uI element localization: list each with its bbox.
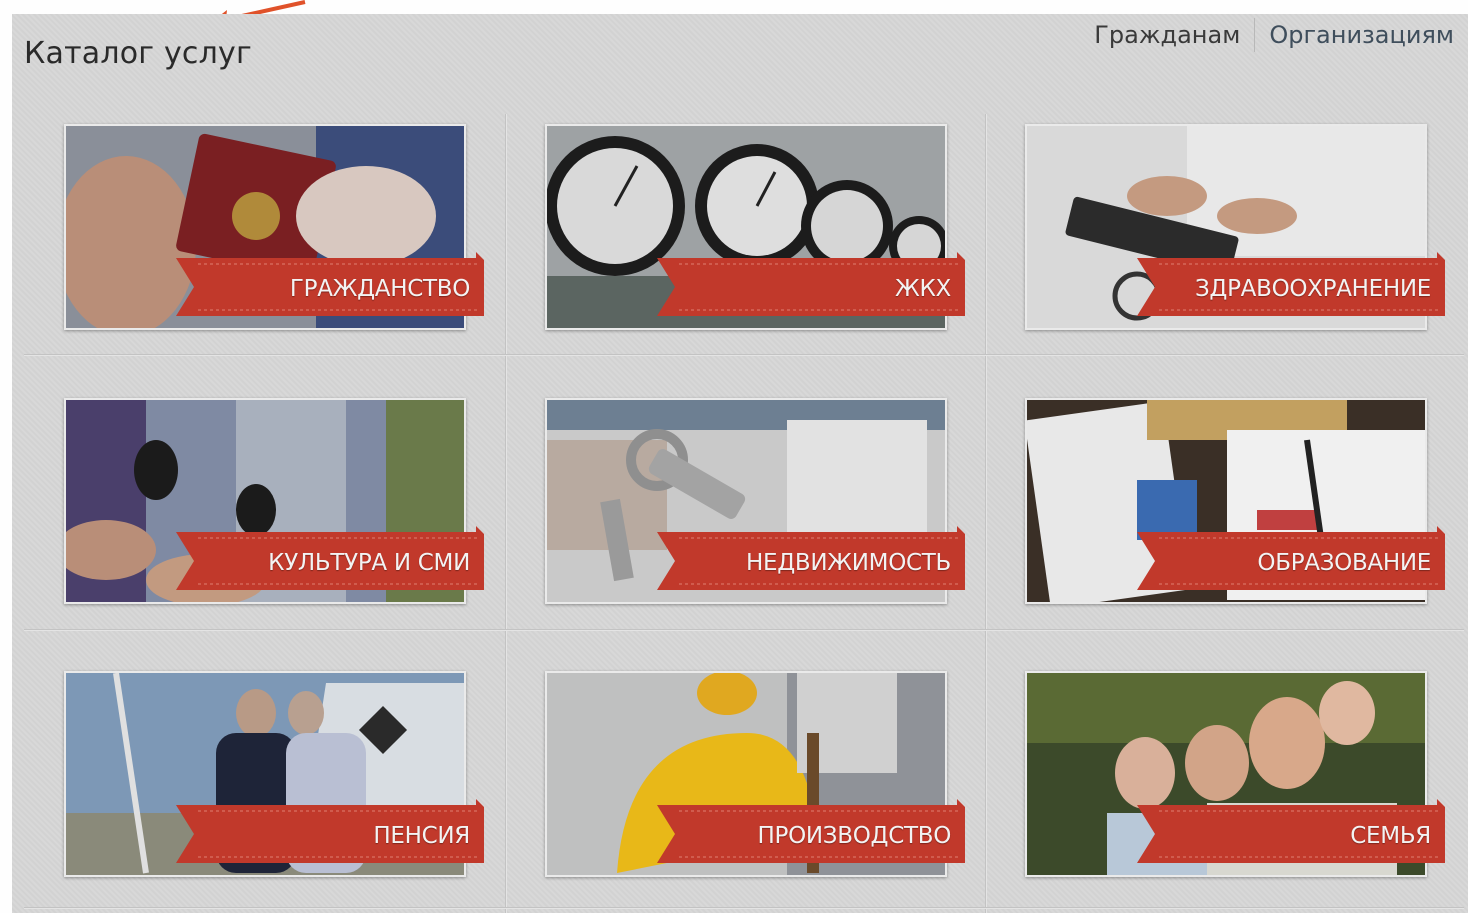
tile-ribbon: ЖКХ	[657, 252, 965, 322]
tile-label: ЖКХ	[895, 276, 951, 302]
grid-divider	[505, 114, 506, 913]
tile-ribbon: ПРОИЗВОДСТВО	[657, 799, 965, 869]
tile-label: ПРОИЗВОДСТВО	[757, 823, 952, 849]
tile-label: ПЕНСИЯ	[373, 823, 470, 849]
grid-divider	[985, 114, 986, 913]
tile-label: НЕДВИЖИМОСТЬ	[746, 550, 951, 576]
tile-ribbon: ОБРАЗОВАНИЕ	[1137, 526, 1445, 596]
nav-organizations-link[interactable]: Организациям	[1255, 21, 1468, 49]
grid-divider	[24, 629, 1464, 630]
services-grid: ГРАЖДАНСТВО ЖКХ ЗДРАВООХРАНЕНИЕ КУЛЬТУРА…	[24, 104, 1464, 913]
tile-label: КУЛЬТУРА И СМИ	[268, 550, 470, 576]
page-title: Каталог услуг	[24, 36, 252, 71]
tile-ribbon: СЕМЬЯ	[1137, 799, 1445, 869]
tile-ribbon: НЕДВИЖИМОСТЬ	[657, 526, 965, 596]
tile-label: ГРАЖДАНСТВО	[289, 276, 470, 302]
tile-ribbon: КУЛЬТУРА И СМИ	[176, 526, 484, 596]
grid-divider	[24, 354, 1464, 355]
tile-label: СЕМЬЯ	[1350, 823, 1431, 849]
tile-citizenship[interactable]: ГРАЖДАНСТВО	[64, 124, 484, 330]
audience-nav: Гражданам Организациям	[1080, 14, 1468, 56]
catalog-page: Каталог услуг Гражданам Организациям ГРА…	[12, 14, 1468, 913]
tile-label: ОБРАЗОВАНИЕ	[1257, 550, 1431, 576]
tile-ribbon: ГРАЖДАНСТВО	[176, 252, 484, 322]
grid-divider	[24, 907, 1464, 908]
tile-education[interactable]: ОБРАЗОВАНИЕ	[1025, 398, 1445, 604]
tile-real-estate[interactable]: НЕДВИЖИМОСТЬ	[545, 398, 965, 604]
tile-pension[interactable]: ПЕНСИЯ	[64, 671, 484, 877]
tile-family[interactable]: СЕМЬЯ	[1025, 671, 1445, 877]
nav-citizens-link[interactable]: Гражданам	[1080, 21, 1254, 49]
tile-healthcare[interactable]: ЗДРАВООХРАНЕНИЕ	[1025, 124, 1445, 330]
tile-ribbon: ЗДРАВООХРАНЕНИЕ	[1137, 252, 1445, 322]
tile-manufacturing[interactable]: ПРОИЗВОДСТВО	[545, 671, 965, 877]
tile-housing[interactable]: ЖКХ	[545, 124, 965, 330]
tile-label: ЗДРАВООХРАНЕНИЕ	[1194, 276, 1431, 302]
tile-ribbon: ПЕНСИЯ	[176, 799, 484, 869]
tile-culture-media[interactable]: КУЛЬТУРА И СМИ	[64, 398, 484, 604]
